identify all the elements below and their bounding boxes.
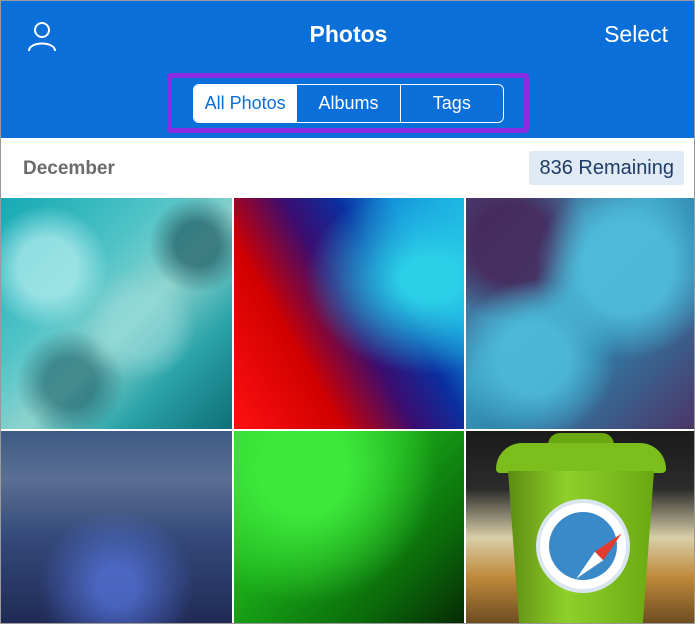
view-segmented-control: All Photos Albums Tags (193, 84, 504, 123)
safari-compass-icon (536, 499, 630, 593)
trash-bin-lid (496, 443, 666, 473)
photo-tile[interactable] (466, 431, 694, 623)
photo-tile[interactable] (234, 198, 464, 429)
photo-tile[interactable] (1, 431, 232, 623)
remaining-badge: 836 Remaining (529, 151, 684, 185)
month-label: December (23, 158, 115, 179)
top-bar: Photos Select All Photos Albums Tags (1, 1, 694, 138)
photo-grid (1, 198, 694, 623)
tab-all-photos[interactable]: All Photos (194, 85, 297, 122)
compass-needle-south (572, 551, 604, 583)
photo-tile[interactable] (234, 431, 464, 623)
section-header: December 836 Remaining (1, 138, 694, 198)
tab-albums[interactable]: Albums (296, 85, 399, 122)
select-button[interactable]: Select (604, 21, 668, 48)
page-title: Photos (309, 21, 388, 47)
tab-tags[interactable]: Tags (399, 85, 503, 122)
photo-tile[interactable] (466, 198, 694, 429)
app-screen: Photos Select All Photos Albums Tags Dec… (0, 0, 695, 624)
compass-face (549, 512, 626, 583)
photo-tile[interactable] (1, 198, 232, 429)
